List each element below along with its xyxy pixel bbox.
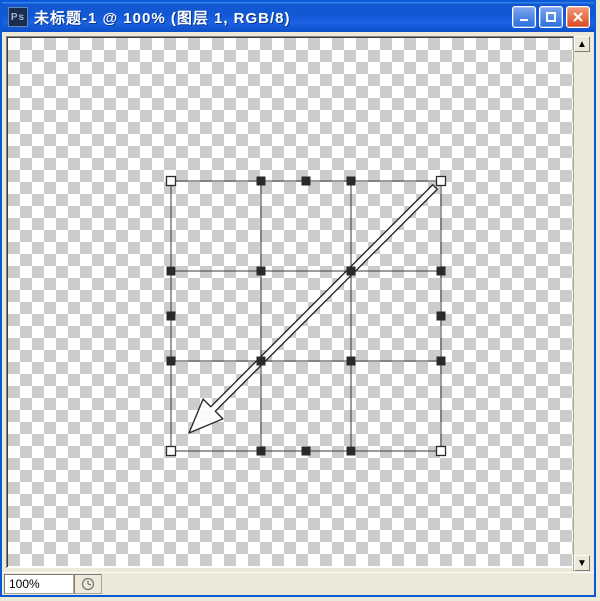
zoom-field[interactable]: 100% <box>4 574 74 594</box>
app-icon: Ps <box>8 7 28 27</box>
client-area: ▲ ▼ 100% <box>2 32 594 595</box>
vertical-scrollbar[interactable]: ▲ ▼ <box>573 36 590 571</box>
scroll-down-button[interactable]: ▼ <box>574 555 590 571</box>
app-window: Ps 未标题-1 @ 100% (图层 1, RGB/8) <box>0 0 596 597</box>
minimize-button[interactable] <box>512 6 536 28</box>
transparency-background <box>8 38 574 566</box>
maximize-button[interactable] <box>539 6 563 28</box>
document-status-icon[interactable] <box>74 574 102 594</box>
title-bar[interactable]: Ps 未标题-1 @ 100% (图层 1, RGB/8) <box>2 2 594 32</box>
status-bar: 100% <box>2 572 594 595</box>
history-icon <box>81 577 95 591</box>
document-canvas[interactable] <box>6 36 576 568</box>
scroll-up-button[interactable]: ▲ <box>574 36 590 52</box>
window-title: 未标题-1 @ 100% (图层 1, RGB/8) <box>34 7 512 28</box>
window-controls <box>512 6 590 28</box>
close-button[interactable] <box>566 6 590 28</box>
